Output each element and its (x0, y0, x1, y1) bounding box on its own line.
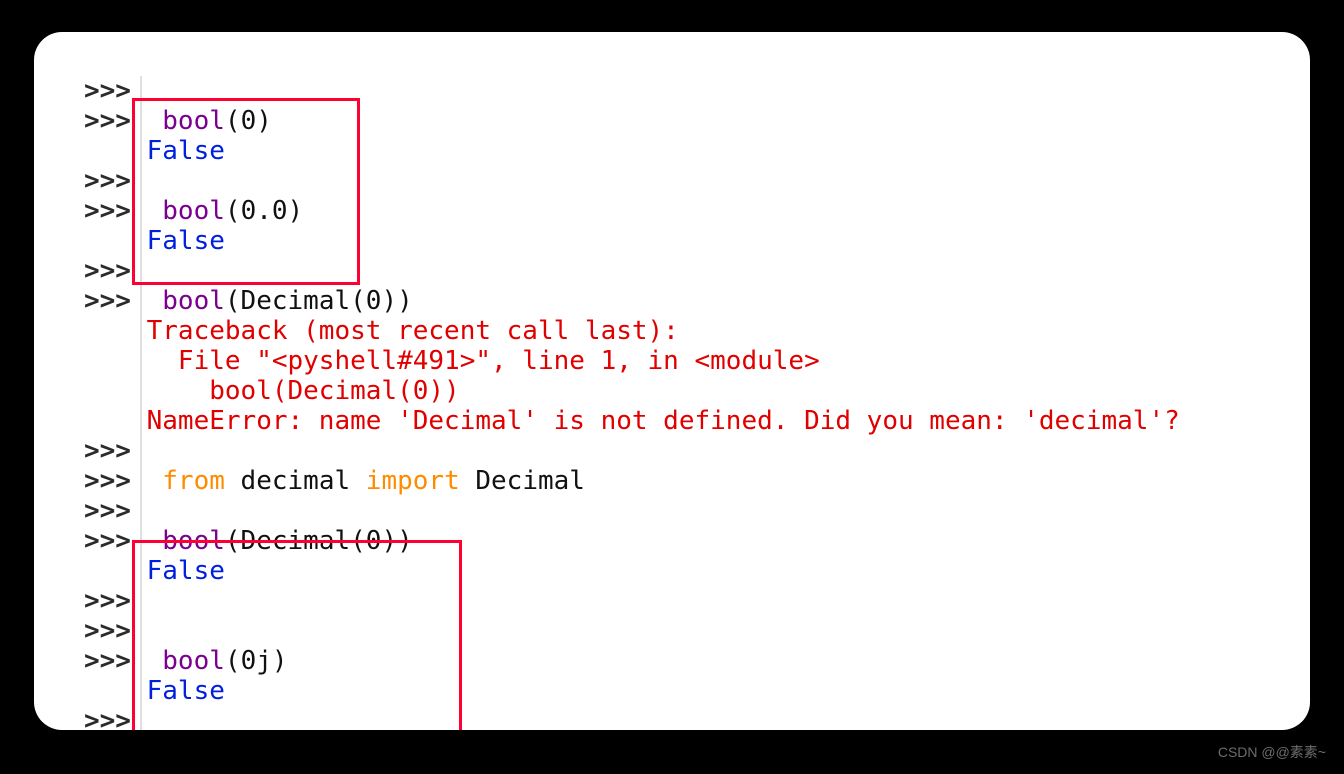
repl-line: >>> (84, 706, 1180, 730)
code-token: ) (256, 106, 272, 136)
terminal-window: >>>>>> bool(0) False>>>>>> bool(0.0) Fal… (34, 32, 1310, 730)
code-token: bool (162, 106, 225, 136)
repl-prompt: >>> (84, 286, 162, 316)
repl-line: >>> (84, 76, 1180, 106)
repl-line: False (84, 556, 1180, 586)
repl-line: False (84, 136, 1180, 166)
repl-prompt: >>> (84, 706, 147, 730)
repl-prompt: >>> (84, 616, 147, 646)
repl-line: File "<pyshell#491>", line 1, in <module… (84, 346, 1180, 376)
repl-prompt: >>> (84, 166, 147, 196)
repl-prompt: >>> (84, 526, 162, 556)
repl-prompt: >>> (84, 76, 147, 106)
repl-line: >>> (84, 166, 1180, 196)
repl-line: >>> (84, 256, 1180, 286)
code-token: import (366, 466, 460, 496)
repl-output: False (147, 226, 225, 256)
repl-line: >>> bool(Decimal(0)) (84, 286, 1180, 316)
watermark-text: CSDN @@素素~ (1218, 742, 1326, 762)
repl-prompt: >>> (84, 256, 147, 286)
repl-line: Traceback (most recent call last): (84, 316, 1180, 346)
code-token: ( (225, 106, 241, 136)
repl-line: >>> from decimal import Decimal (84, 466, 1180, 496)
code-token: 0 (241, 106, 257, 136)
repl-prompt: >>> (84, 106, 162, 136)
code-token: 0 (366, 526, 382, 556)
code-token: 0.0 (241, 196, 288, 226)
repl-prompt: >>> (84, 466, 162, 496)
code-token: bool (162, 646, 225, 676)
code-token: bool (162, 526, 225, 556)
code-token: (Decimal( (225, 526, 366, 556)
code-token: bool (162, 196, 225, 226)
code-token: )) (381, 526, 412, 556)
repl-line: >>> bool(0.0) (84, 196, 1180, 226)
repl-line: False (84, 226, 1180, 256)
repl-line: >>> (84, 586, 1180, 616)
repl-output: False (147, 136, 225, 166)
repl-output: False (147, 556, 225, 586)
repl-prompt: >>> (84, 586, 147, 616)
repl-line: >>> bool(0) (84, 106, 1180, 136)
repl-prompt: >>> (84, 436, 147, 466)
repl-error: File "<pyshell#491>", line 1, in <module… (147, 346, 820, 376)
repl-prompt: >>> (84, 196, 162, 226)
code-token: 0 (366, 286, 382, 316)
code-token: ( (225, 196, 241, 226)
repl-line: >>> (84, 436, 1180, 466)
code-token: )) (381, 286, 412, 316)
repl-error: Traceback (most recent call last): (147, 316, 679, 346)
code-token: ) (288, 196, 304, 226)
code-token: 0j (241, 646, 272, 676)
repl-line: NameError: name 'Decimal' is not defined… (84, 406, 1180, 436)
repl-output: False (147, 676, 225, 706)
code-token: Decimal (460, 466, 585, 496)
code-token: bool (162, 286, 225, 316)
code-token: from (162, 466, 225, 496)
python-repl-code[interactable]: >>>>>> bool(0) False>>>>>> bool(0.0) Fal… (84, 76, 1180, 730)
repl-error: NameError: name 'Decimal' is not defined… (147, 406, 1180, 436)
code-token: ) (272, 646, 288, 676)
repl-line: bool(Decimal(0)) (84, 376, 1180, 406)
repl-prompt: >>> (84, 646, 162, 676)
repl-line: >>> (84, 616, 1180, 646)
repl-error: bool(Decimal(0)) (147, 376, 460, 406)
code-token: decimal (225, 466, 366, 496)
repl-line: >>> bool(0j) (84, 646, 1180, 676)
code-token: (Decimal( (225, 286, 366, 316)
repl-line: >>> (84, 496, 1180, 526)
code-token: ( (225, 646, 241, 676)
repl-line: False (84, 676, 1180, 706)
repl-line: >>> bool(Decimal(0)) (84, 526, 1180, 556)
repl-prompt: >>> (84, 496, 147, 526)
